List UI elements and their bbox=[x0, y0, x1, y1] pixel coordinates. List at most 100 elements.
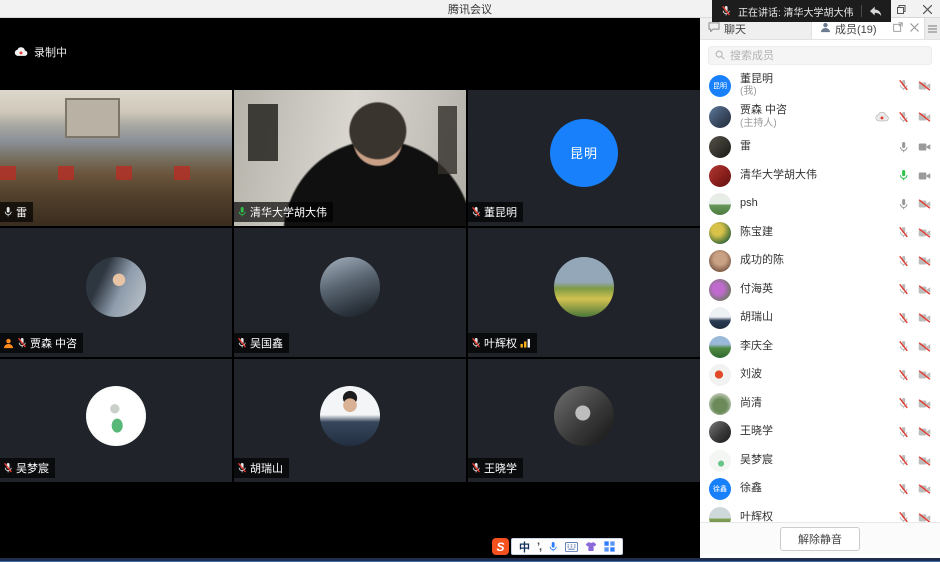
network-signal-icon bbox=[520, 338, 531, 348]
camera-muted-icon bbox=[918, 228, 931, 238]
mic-on-icon bbox=[3, 206, 13, 218]
close-panel-icon[interactable] bbox=[910, 23, 919, 35]
member-role: (我) bbox=[740, 86, 773, 99]
mic-muted-icon bbox=[898, 226, 909, 239]
tab-members-label: 成员(19) bbox=[835, 21, 877, 37]
member-row[interactable]: 王晓学 bbox=[700, 418, 940, 447]
video-tile[interactable]: 吴国鑫 bbox=[234, 228, 466, 357]
participant-avatar bbox=[86, 386, 146, 446]
mic-icon[interactable] bbox=[548, 541, 558, 553]
search-icon bbox=[715, 47, 725, 65]
member-status-icons bbox=[875, 111, 931, 124]
member-avatar bbox=[709, 336, 731, 358]
host-icon bbox=[3, 338, 14, 349]
member-row[interactable]: psh bbox=[700, 190, 940, 219]
member-status-icons bbox=[898, 483, 931, 496]
participant-name-tag: 雷 bbox=[0, 202, 33, 222]
popout-icon[interactable] bbox=[893, 22, 903, 35]
member-row[interactable]: 清华大学胡大伟 bbox=[700, 162, 940, 191]
member-row[interactable]: 雷 bbox=[700, 133, 940, 162]
unmute-button[interactable]: 解除静音 bbox=[780, 527, 860, 551]
member-row[interactable]: 陈宝建 bbox=[700, 219, 940, 248]
ime-mode-toggle[interactable]: 中 bbox=[519, 539, 530, 555]
maximize-button[interactable] bbox=[888, 0, 914, 18]
member-row[interactable]: 吴梦宸 bbox=[700, 447, 940, 476]
video-tile[interactable]: 吴梦宸 bbox=[0, 359, 232, 482]
video-tile[interactable]: 贾森 中咨 bbox=[0, 228, 232, 357]
member-row[interactable]: 贾森 中咨 (主持人) bbox=[700, 102, 940, 134]
speaking-toast: 正在讲话: 清华大学胡大伟 bbox=[712, 0, 891, 22]
member-status-icons bbox=[898, 79, 931, 92]
mic-muted-icon bbox=[471, 206, 481, 218]
camera-muted-icon bbox=[918, 456, 931, 466]
video-tile[interactable]: 胡瑞山 bbox=[234, 359, 466, 482]
member-row[interactable]: 叶辉权 bbox=[700, 504, 940, 525]
search-input[interactable] bbox=[730, 50, 910, 62]
participant-avatar: 昆明 bbox=[550, 119, 618, 187]
cloud-recording-icon bbox=[875, 112, 889, 122]
participant-name-tag: 王晓学 bbox=[468, 458, 523, 478]
member-row[interactable]: 胡瑞山 bbox=[700, 304, 940, 333]
close-button[interactable] bbox=[914, 0, 940, 18]
ime-logo-icon[interactable]: S bbox=[492, 538, 509, 555]
mic-muted-icon bbox=[898, 111, 909, 124]
ime-pill: 中 ’, bbox=[511, 538, 623, 555]
member-row[interactable]: 徐鑫 徐鑫 bbox=[700, 475, 940, 504]
mic-muted-icon bbox=[898, 426, 909, 439]
member-status-icons bbox=[898, 198, 931, 211]
menu-icon[interactable] bbox=[924, 18, 940, 39]
skin-icon[interactable] bbox=[585, 541, 597, 552]
member-row[interactable]: 李庆全 bbox=[700, 333, 940, 362]
participant-avatar bbox=[320, 386, 380, 446]
chat-bubble-icon bbox=[708, 22, 720, 35]
member-name: 徐鑫 bbox=[740, 482, 762, 496]
member-status-icons bbox=[898, 397, 931, 410]
member-name: 陈宝建 bbox=[740, 226, 773, 240]
video-tile[interactable]: 昆明 董昆明 bbox=[468, 90, 700, 226]
video-tile[interactable]: 王晓学 bbox=[468, 359, 700, 482]
member-status-icons bbox=[898, 454, 931, 467]
sidebar-footer: 解除静音 bbox=[700, 522, 940, 554]
member-avatar bbox=[709, 250, 731, 272]
camera-muted-icon bbox=[918, 370, 931, 380]
member-avatar bbox=[709, 364, 731, 386]
keyboard-icon[interactable] bbox=[565, 542, 578, 552]
person-icon bbox=[820, 22, 831, 36]
toolbox-icon[interactable] bbox=[604, 541, 615, 552]
mic-muted-icon bbox=[898, 283, 909, 296]
member-name: 王晓学 bbox=[740, 425, 773, 439]
member-row[interactable]: 付海英 bbox=[700, 276, 940, 305]
camera-muted-icon bbox=[918, 285, 931, 295]
member-name: 尚清 bbox=[740, 397, 762, 411]
member-avatar bbox=[709, 193, 731, 215]
ime-punctuation-toggle[interactable]: ’, bbox=[537, 541, 541, 553]
video-feed bbox=[0, 90, 232, 226]
search-bar bbox=[708, 46, 932, 65]
member-row[interactable]: 尚清 bbox=[700, 390, 940, 419]
participant-name: 胡瑞山 bbox=[250, 460, 283, 476]
video-tile[interactable]: 清华大学胡大伟 bbox=[234, 90, 466, 226]
member-name: 李庆全 bbox=[740, 340, 773, 354]
tab-chat-label: 聊天 bbox=[724, 21, 746, 37]
camera-muted-icon bbox=[918, 342, 931, 352]
member-avatar bbox=[709, 393, 731, 415]
member-name: psh bbox=[740, 197, 758, 211]
camera-muted-icon bbox=[918, 199, 931, 209]
participant-name-tag: 吴国鑫 bbox=[234, 333, 289, 353]
reply-arrow-icon[interactable] bbox=[869, 6, 882, 17]
video-tile[interactable]: 叶辉权 bbox=[468, 228, 700, 357]
member-row[interactable]: 刘波 bbox=[700, 361, 940, 390]
member-status-icons bbox=[898, 255, 931, 268]
mic-muted-icon bbox=[898, 369, 909, 382]
app-title: 腾讯会议 bbox=[448, 1, 492, 17]
member-row[interactable]: 昆明 董昆明 (我) bbox=[700, 70, 940, 102]
member-name: 清华大学胡大伟 bbox=[740, 169, 817, 183]
member-name: 董昆明 bbox=[740, 73, 773, 87]
cloud-record-icon bbox=[14, 47, 28, 57]
member-row[interactable]: 成功的陈 bbox=[700, 247, 940, 276]
member-name: 付海英 bbox=[740, 283, 773, 297]
participant-name: 董昆明 bbox=[484, 204, 517, 220]
mic-muted-icon bbox=[898, 340, 909, 353]
video-tile[interactable]: 雷 bbox=[0, 90, 232, 226]
member-name: 刘波 bbox=[740, 368, 762, 382]
